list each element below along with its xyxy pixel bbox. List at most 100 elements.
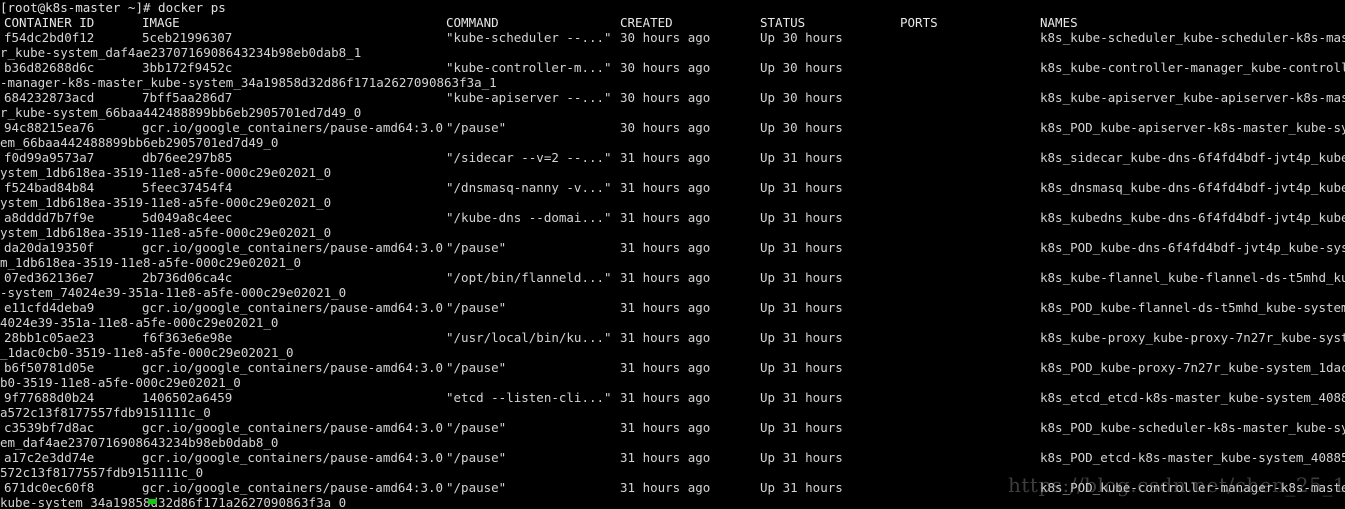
table-row-wrap: kube-system_34a19858d32d86f171a262709086… — [0, 495, 347, 509]
cell-names: k8s_kube-flannel_kube-flannel-ds-t5mhd_k… — [1040, 270, 1345, 285]
cell-status: Up 31 hours — [760, 390, 843, 405]
cell-image: f6f363e6e98e — [142, 330, 233, 345]
cell-container-id: f54dc2bd0f12 — [4, 30, 95, 45]
cell-image: 5d049a8c4eec — [142, 210, 233, 225]
cell-image: db76ee297b85 — [142, 150, 233, 165]
cell-status: Up 31 hours — [760, 420, 843, 435]
cell-created: 31 hours ago — [620, 360, 711, 375]
cell-image: gcr.io/google_containers/pause-amd64:3.0 — [142, 420, 444, 435]
cell-created: 30 hours ago — [620, 60, 711, 75]
cell-container-id: b36d82688d6c — [4, 60, 95, 75]
cell-status: Up 31 hours — [760, 150, 843, 165]
cell-command: "/pause" — [446, 420, 507, 435]
cell-command: "/kube-dns --domai..." — [446, 210, 612, 225]
header-command: COMMAND — [446, 15, 499, 30]
table-row: c3539bf7d8ac gcr.io/google_containers/pau… — [0, 420, 1345, 435]
cell-command: "etcd --listen-cli..." — [446, 390, 612, 405]
cell-command: "/opt/bin/flanneld..." — [446, 270, 612, 285]
cell-names: k8s_POD_etcd-k8s-master_kube-system_4088… — [1040, 450, 1345, 465]
cell-container-id: 07ed362136e7 — [4, 270, 95, 285]
cell-created: 31 hours ago — [620, 240, 711, 255]
terminal-cursor — [148, 499, 157, 504]
table-row-wrap: em_daf4ae2370716908643234b98eb0dab8_0 — [0, 435, 279, 450]
cell-container-id: e11cfd4deba9 — [4, 300, 95, 315]
cell-container-id: b6f50781d05e — [4, 360, 95, 375]
cell-command: "/pause" — [446, 480, 507, 495]
table-row: 28bb1c05ae23 f6f363e6e98e "/usr/local/bin/… — [0, 330, 1345, 345]
table-row: f54dc2bd0f12 5ceb21996307 "kube-scheduler … — [0, 30, 1345, 45]
cell-status: Up 31 hours — [760, 240, 843, 255]
cell-status: Up 31 hours — [760, 450, 843, 465]
cell-image: 2b736d06ca4c — [142, 270, 233, 285]
cell-created: 30 hours ago — [620, 120, 711, 135]
cell-container-id: 671dc0ec60f8 — [4, 480, 95, 495]
cell-created: 31 hours ago — [620, 150, 711, 165]
cell-created: 31 hours ago — [620, 420, 711, 435]
cell-command: "kube-apiserver --..." — [446, 90, 612, 105]
cell-status: Up 30 hours — [760, 60, 843, 75]
table-row: b36d82688d6c 3bb172f9452c "kube-controller… — [0, 60, 1345, 75]
cell-image: gcr.io/google_containers/pause-amd64:3.0 — [142, 480, 444, 495]
cell-container-id: 9f77688d0b24 — [4, 390, 95, 405]
table-row: 94c88215ea76 gcr.io/google_containers/pau… — [0, 120, 1345, 135]
cell-container-id: da20da19350f — [4, 240, 95, 255]
cell-names: k8s_sidecar_kube-dns-6f4fd4bdf-jvt4p_kub… — [1040, 150, 1345, 165]
table-row-wrap: 4024e39-351a-11e8-a5fe-000c29e02021_0 — [0, 315, 279, 330]
header-container-id: CONTAINER ID — [4, 15, 95, 30]
cell-image: gcr.io/google_containers/pause-amd64:3.0 — [142, 120, 444, 135]
cell-names: k8s_kube-proxy_kube-proxy-7n27r_kube-sys… — [1040, 330, 1345, 345]
cell-container-id: c3539bf7d8ac — [4, 420, 95, 435]
table-row-wrap: b0-3519-11e8-a5fe-000c29e02021_0 — [0, 375, 241, 390]
cell-status: Up 31 hours — [760, 330, 843, 345]
cell-image: gcr.io/google_containers/pause-amd64:3.0 — [142, 360, 444, 375]
cell-created: 31 hours ago — [620, 270, 711, 285]
table-row-wrap: 572c13f8177557fdb9151111c_0 — [0, 465, 204, 480]
table-row: 9f77688d0b24 1406502a6459 "etcd --listen-c… — [0, 390, 1345, 405]
cell-names: k8s_POD_kube-flannel-ds-t5mhd_kube-syste… — [1040, 300, 1345, 315]
cell-names: k8s_POD_kube-controller-manager-k8s-mast… — [1040, 480, 1345, 495]
cell-command: "/dnsmasq-nanny -v..." — [446, 180, 612, 195]
shell-prompt-line: [root@k8s-master ~]# docker ps — [0, 0, 226, 15]
cell-names: k8s_kube-apiserver_kube-apiserver-k8s-ma… — [1040, 90, 1345, 105]
cell-status: Up 30 hours — [760, 30, 843, 45]
cell-created: 30 hours ago — [620, 30, 711, 45]
cell-image: 1406502a6459 — [142, 390, 233, 405]
cell-image: 7bff5aa286d7 — [142, 90, 233, 105]
cell-status: Up 31 hours — [760, 480, 843, 495]
cell-command: "/pause" — [446, 240, 507, 255]
cell-command: "kube-controller-m..." — [446, 60, 612, 75]
cell-names: k8s_dnsmasq_kube-dns-6f4fd4bdf-jvt4p_kub… — [1040, 180, 1345, 195]
table-row-wrap: -manager-k8s-master_kube-system_34a19858… — [0, 75, 497, 90]
cell-created: 31 hours ago — [620, 180, 711, 195]
cell-created: 31 hours ago — [620, 300, 711, 315]
table-row: b6f50781d05e gcr.io/google_containers/pau… — [0, 360, 1345, 375]
header-image: IMAGE — [142, 15, 180, 30]
cell-image: gcr.io/google_containers/pause-amd64:3.0 — [142, 300, 444, 315]
cell-status: Up 31 hours — [760, 210, 843, 225]
table-row-wrap: r_kube-system_66baa442488899bb6eb2905701… — [0, 105, 362, 120]
table-row-wrap: em_66baa442488899bb6eb2905701ed7d49_0 — [0, 135, 279, 150]
cell-command: "kube-scheduler --..." — [446, 30, 612, 45]
table-row: f524bad84b84 5feec37454f4 "/dnsmasq-nanny … — [0, 180, 1345, 195]
cell-image: 5ceb21996307 — [142, 30, 233, 45]
cell-container-id: f0d99a9573a7 — [4, 150, 95, 165]
cell-image: gcr.io/google_containers/pause-amd64:3.0 — [142, 450, 444, 465]
header-ports: PORTS — [900, 15, 938, 30]
table-row-wrap: ystem_1db618ea-3519-11e8-a5fe-000c29e020… — [0, 225, 332, 240]
cell-container-id: 28bb1c05ae23 — [4, 330, 95, 345]
table-row-wrap: _1dac0cb0-3519-11e8-a5fe-000c29e02021_0 — [0, 345, 294, 360]
cell-image: 3bb172f9452c — [142, 60, 233, 75]
cell-container-id: f524bad84b84 — [4, 180, 95, 195]
cell-image: gcr.io/google_containers/pause-amd64:3.0 — [142, 240, 444, 255]
table-row-wrap: a572c13f8177557fdb9151111c_0 — [0, 405, 211, 420]
table-header-row: CONTAINER ID IMAGE COMMAND CREATED STATU… — [0, 15, 1345, 30]
cell-command: "/sidecar --v=2 --..." — [446, 150, 612, 165]
cell-container-id: 684232873acd — [4, 90, 95, 105]
cell-names: k8s_POD_kube-apiserver-k8s-master_kube-s… — [1040, 120, 1345, 135]
header-created: CREATED — [620, 15, 673, 30]
cell-created: 31 hours ago — [620, 210, 711, 225]
cell-created: 31 hours ago — [620, 450, 711, 465]
terminal-window[interactable]: [root@k8s-master ~]# docker ps CONTAINER… — [0, 0, 1345, 509]
cell-names: k8s_etcd_etcd-k8s-master_kube-system_408… — [1040, 390, 1345, 405]
cell-names: k8s_POD_kube-proxy-7n27r_kube-system_1da… — [1040, 360, 1345, 375]
